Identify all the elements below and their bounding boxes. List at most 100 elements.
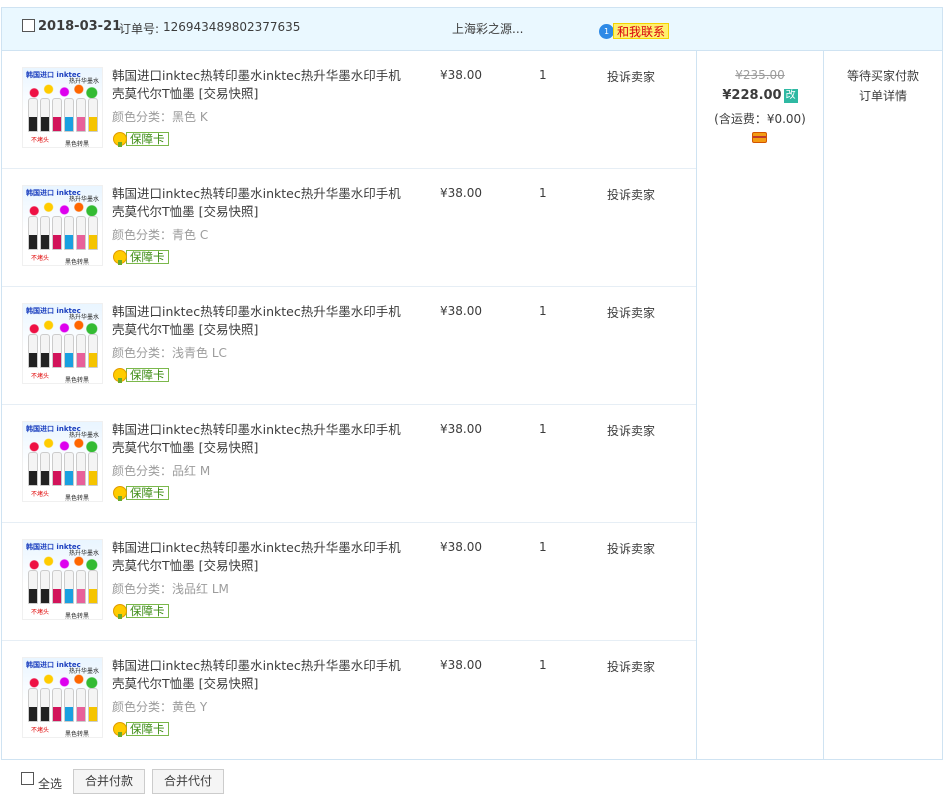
- ink-bottle-icon: [40, 98, 50, 132]
- guarantee-label: 保障卡: [126, 603, 169, 618]
- product-thumbnail[interactable]: 韩国进口 inktec 热升华墨水 不堵头 黑色转黑: [22, 539, 103, 620]
- guarantee-label: 保障卡: [126, 485, 169, 500]
- ink-bottle-icon: [28, 334, 38, 368]
- order-header: 2018-03-21 订单号: 126943489802377635 上海彩之源…: [2, 8, 942, 51]
- order-card: 2018-03-21 订单号: 126943489802377635 上海彩之源…: [1, 7, 943, 760]
- complain-seller-link[interactable]: 投诉卖家: [607, 186, 655, 203]
- guarantee-icon: [113, 249, 127, 265]
- ink-bottle-icon: [40, 334, 50, 368]
- ink-bottle-icon: [52, 452, 62, 486]
- ink-bottle-icon: [76, 98, 86, 132]
- product-title-link[interactable]: 韩国进口inktec热转印墨水inktec热升华墨水印手机壳莫代尔T恤墨 [交易…: [112, 185, 410, 221]
- complain-seller-link[interactable]: 投诉卖家: [607, 540, 655, 557]
- guarantee-icon: [113, 603, 127, 619]
- ink-bottle-icon: [76, 452, 86, 486]
- product-title-link[interactable]: 韩国进口inktec热转印墨水inktec热升华墨水印手机壳莫代尔T恤墨 [交易…: [112, 539, 410, 575]
- order-items: 韩国进口 inktec 热升华墨水 不堵头 黑色转黑 韩国进口inktec热转印…: [2, 51, 696, 759]
- product-thumbnail[interactable]: 韩国进口 inktec 热升华墨水 不堵头 黑色转黑: [22, 421, 103, 502]
- complain-seller-link[interactable]: 投诉卖家: [607, 422, 655, 439]
- order-detail-link[interactable]: 订单详情: [824, 87, 942, 104]
- unit-price: ¥38.00: [440, 304, 482, 318]
- order-total-column: ¥235.00 ¥228.00 改 (含运费：¥0.00): [696, 51, 824, 759]
- ink-bottle-icon: [28, 688, 38, 722]
- guarantee-label: 保障卡: [126, 249, 169, 264]
- product-title-link[interactable]: 韩国进口inktec热转印墨水inktec热升华墨水印手机壳莫代尔T恤墨 [交易…: [112, 303, 410, 339]
- flowers-graphic: [27, 554, 99, 572]
- product-title-link[interactable]: 韩国进口inktec热转印墨水inktec热升华墨水印手机壳莫代尔T恤墨 [交易…: [112, 67, 410, 103]
- quantity: 1: [539, 540, 547, 554]
- unit-price: ¥38.00: [440, 540, 482, 554]
- ink-bottle-icon: [28, 452, 38, 486]
- ink-bottle-icon: [88, 98, 98, 132]
- chat-bubble-icon: 1: [599, 24, 614, 39]
- ink-bottle-icon: [40, 570, 50, 604]
- guarantee-badge[interactable]: 保障卡: [113, 485, 169, 501]
- credit-card-icon[interactable]: [752, 132, 767, 143]
- thumb-dark-label: 黑色转黑: [65, 377, 90, 384]
- shop-name-link[interactable]: 上海彩之源...: [452, 20, 523, 37]
- complain-seller-link[interactable]: 投诉卖家: [607, 304, 655, 321]
- guarantee-badge[interactable]: 保障卡: [113, 131, 169, 147]
- unit-price: ¥38.00: [440, 422, 482, 436]
- product-title-link[interactable]: 韩国进口inktec热转印墨水inktec热升华墨水印手机壳莫代尔T恤墨 [交易…: [112, 657, 410, 693]
- thumb-dark-label: 黑色转黑: [65, 259, 90, 266]
- unit-price: ¥38.00: [440, 186, 482, 200]
- quantity: 1: [539, 68, 547, 82]
- product-thumbnail[interactable]: 韩国进口 inktec 热升华墨水 不堵头 黑色转黑: [22, 657, 103, 738]
- complain-seller-link[interactable]: 投诉卖家: [607, 658, 655, 675]
- batch-action-bar: 全选 合并付款 合并代付: [0, 768, 944, 798]
- ink-bottle-icon: [40, 216, 50, 250]
- product-sku: 颜色分类：黑色 K: [112, 110, 208, 124]
- original-total-price: ¥235.00: [735, 68, 785, 82]
- ink-bottle-icon: [52, 570, 62, 604]
- product-title-link[interactable]: 韩国进口inktec热转印墨水inktec热升华墨水印手机壳莫代尔T恤墨 [交易…: [112, 421, 410, 457]
- ink-bottle-icon: [64, 688, 74, 722]
- ink-bottle-icon: [76, 570, 86, 604]
- shipping-fee: (含运费：¥0.00): [714, 112, 806, 126]
- guarantee-icon: [113, 485, 127, 501]
- actual-total-price: ¥228.00 改: [697, 88, 823, 103]
- ink-bottle-icon: [88, 570, 98, 604]
- flowers-graphic: [27, 200, 99, 218]
- product-thumbnail[interactable]: 韩国进口 inktec 热升华墨水 不堵头 黑色转黑: [22, 67, 103, 148]
- flowers-graphic: [27, 82, 99, 100]
- merge-proxy-pay-button[interactable]: 合并代付: [152, 769, 225, 794]
- ink-bottle-icon: [52, 688, 62, 722]
- ink-bottle-icon: [40, 688, 50, 722]
- product-sku: 颜色分类：品红 M: [112, 464, 211, 478]
- order-status: 等待买家付款: [846, 69, 919, 83]
- contact-seller-label: 和我联系: [613, 23, 670, 39]
- ink-bottle-icon: [76, 334, 86, 368]
- ink-bottle-icon: [88, 216, 98, 250]
- guarantee-icon: [113, 721, 127, 737]
- select-all-checkbox[interactable]: [21, 772, 34, 785]
- complain-seller-link[interactable]: 投诉卖家: [607, 68, 655, 85]
- ink-bottle-icon: [28, 216, 38, 250]
- product-thumbnail[interactable]: 韩国进口 inktec 热升华墨水 不堵头 黑色转黑: [22, 303, 103, 384]
- guarantee-badge[interactable]: 保障卡: [113, 721, 169, 737]
- ink-bottle-icon: [64, 570, 74, 604]
- unit-price: ¥38.00: [440, 68, 482, 82]
- guarantee-badge[interactable]: 保障卡: [113, 249, 169, 265]
- order-number-label: 订单号:: [119, 22, 160, 36]
- product-sku: 颜色分类：浅品红 LM: [112, 582, 229, 596]
- order-item-row: 韩国进口 inktec 热升华墨水 不堵头 黑色转黑 韩国进口inktec热转印…: [2, 287, 696, 405]
- order-number: 126943489802377635: [163, 20, 301, 34]
- ink-bottle-icon: [52, 216, 62, 250]
- thumb-dark-label: 黑色转黑: [65, 141, 90, 148]
- guarantee-label: 保障卡: [126, 721, 169, 736]
- guarantee-icon: [113, 131, 127, 147]
- flowers-graphic: [27, 672, 99, 690]
- thumb-red-label: 不堵头: [31, 255, 50, 262]
- product-thumbnail[interactable]: 韩国进口 inktec 热升华墨水 不堵头 黑色转黑: [22, 185, 103, 266]
- ink-bottle-icon: [28, 98, 38, 132]
- merge-pay-button[interactable]: 合并付款: [73, 769, 146, 794]
- order-item-row: 韩国进口 inktec 热升华墨水 不堵头 黑色转黑 韩国进口inktec热转印…: [2, 523, 696, 641]
- guarantee-badge[interactable]: 保障卡: [113, 367, 169, 383]
- product-sku: 颜色分类：青色 C: [112, 228, 209, 242]
- order-checkbox[interactable]: [22, 19, 35, 32]
- product-sku: 颜色分类：浅青色 LC: [112, 346, 227, 360]
- guarantee-badge[interactable]: 保障卡: [113, 603, 169, 619]
- select-all-label[interactable]: 全选: [38, 775, 62, 792]
- price-changed-tag: 改: [783, 89, 798, 103]
